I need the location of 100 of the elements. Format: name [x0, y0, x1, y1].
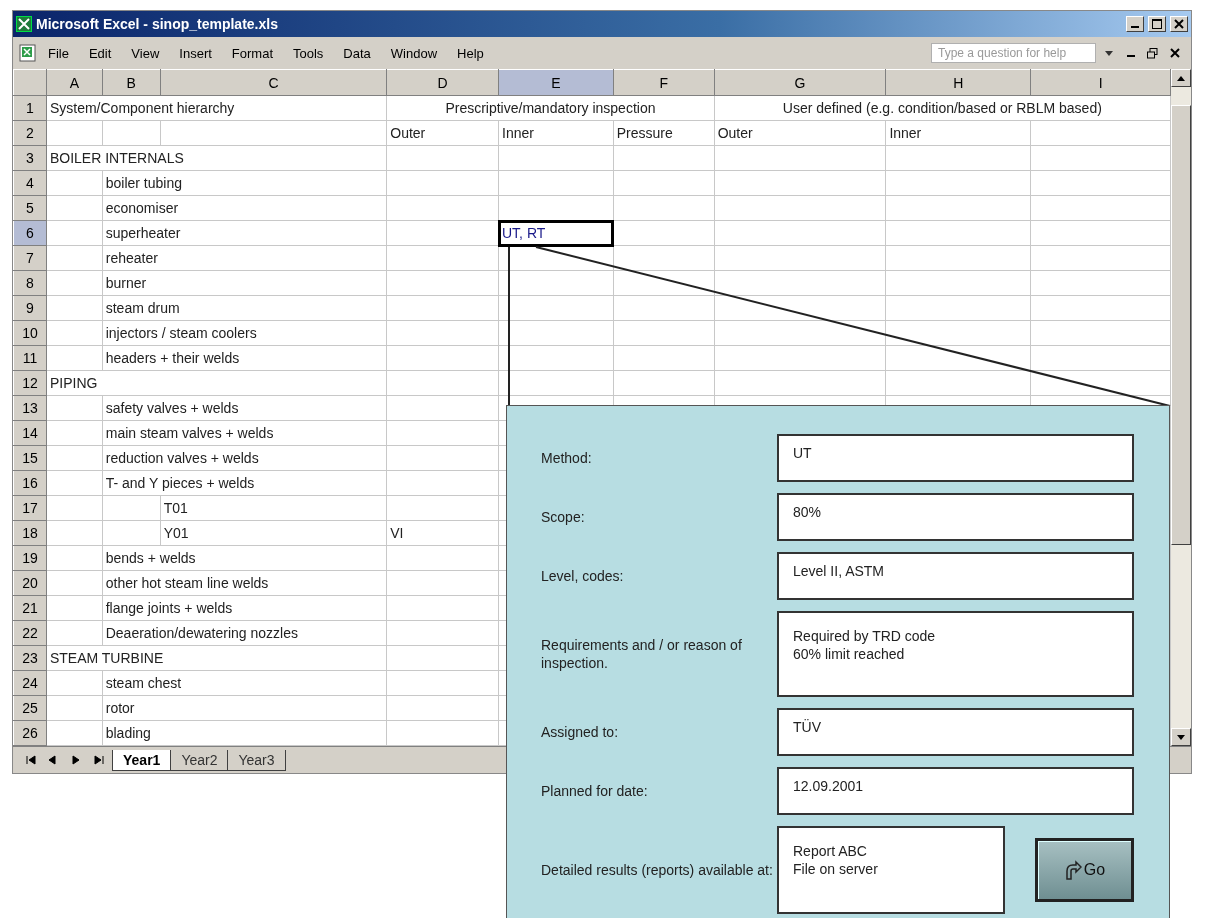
row-header[interactable]: 9 [13, 295, 47, 321]
row-header[interactable]: 15 [13, 445, 47, 471]
row-header[interactable]: 12 [13, 370, 47, 396]
row-header[interactable]: 1 [13, 95, 47, 121]
column-header[interactable]: I [1030, 69, 1171, 96]
row-header[interactable]: 13 [13, 395, 47, 421]
menu-item[interactable]: View [122, 42, 169, 64]
row-header[interactable]: 6 [13, 220, 47, 246]
up-arrow-icon [1177, 75, 1185, 81]
row-header[interactable]: 11 [13, 345, 47, 371]
row-header[interactable]: 16 [13, 470, 47, 496]
minimize-icon [1131, 26, 1139, 28]
window-title: Microsoft Excel - sinop_template.xls [36, 16, 279, 32]
value-field[interactable]: Required by TRD code 60% limit reached [777, 611, 1134, 697]
field-label: Level, codes: [541, 567, 625, 585]
menu-item[interactable]: Help [448, 42, 493, 64]
hierarchy-cell: injectors / steam coolers [102, 320, 387, 346]
menu-item[interactable]: Tools [284, 42, 333, 64]
group-header-cell: Prescriptive/mandatory inspection [386, 95, 715, 121]
row-header[interactable]: 23 [13, 645, 47, 671]
row-header[interactable]: 14 [13, 420, 47, 446]
sheet-tab[interactable]: Year1 [112, 749, 172, 771]
column-header[interactable]: A [46, 69, 103, 96]
value-field[interactable]: 12.09.2001 [777, 767, 1134, 815]
go-button[interactable]: Go [1034, 838, 1134, 902]
hierarchy-cell: burner [102, 270, 387, 296]
value-field[interactable]: Report ABC File on server [777, 826, 1005, 914]
down-arrow-icon [1177, 734, 1185, 740]
row-header[interactable]: 19 [13, 545, 47, 571]
row-header[interactable]: 5 [13, 195, 47, 221]
hierarchy-cell: T01 [160, 495, 387, 521]
close-icon [1174, 19, 1184, 29]
row-header[interactable]: 10 [13, 320, 47, 346]
column-header[interactable]: E [498, 69, 614, 96]
hierarchy-cell: headers + their welds [102, 345, 387, 371]
dropdown-caret-icon[interactable] [1104, 49, 1114, 57]
field-label: Assigned to: [541, 723, 620, 741]
group-header-cell: User defined (e.g. condition/based or RBLM based) [714, 95, 1171, 121]
column-header[interactable]: F [613, 69, 715, 96]
hierarchy-cell: Y01 [160, 520, 387, 546]
close-button[interactable] [1170, 16, 1188, 32]
column-header[interactable]: B [102, 69, 161, 96]
hierarchy-cell: main steam valves + welds [102, 420, 387, 446]
menu-item[interactable]: File [39, 42, 78, 64]
scroll-up-button[interactable] [1171, 69, 1191, 87]
field-label: Method: [541, 449, 593, 467]
value-field[interactable]: TÜV [777, 708, 1134, 756]
column-header[interactable]: C [160, 69, 387, 96]
hierarchy-cell: steam drum [102, 295, 387, 321]
app-icon [16, 16, 32, 32]
hierarchy-cell: T- and Y pieces + welds [102, 470, 387, 496]
hierarchy-cell: other hot steam line welds [102, 570, 387, 596]
row-header[interactable]: 24 [13, 670, 47, 696]
value-field[interactable]: 80% [777, 493, 1134, 541]
row-header[interactable]: 2 [13, 120, 47, 146]
value-field[interactable]: UT [777, 434, 1134, 482]
field-label: Scope: [541, 508, 586, 526]
help-search-field[interactable]: Type a question for help [931, 43, 1096, 63]
row-header[interactable]: 17 [13, 495, 47, 521]
select-all-corner[interactable] [13, 69, 47, 96]
hierarchy-cell: economiser [102, 195, 387, 221]
menu-item[interactable]: Edit [79, 42, 121, 64]
value-field[interactable]: Level II, ASTM [777, 552, 1134, 600]
row-header[interactable]: 22 [13, 620, 47, 646]
column-header[interactable]: D [386, 69, 499, 96]
field-label: Planned for date: [541, 782, 649, 800]
row-header[interactable]: 21 [13, 595, 47, 621]
menu-item[interactable]: Window [381, 42, 447, 64]
close-icon[interactable] [1170, 48, 1180, 58]
hierarchy-cell: boiler tubing [102, 170, 387, 196]
row-header[interactable]: 8 [13, 270, 47, 296]
menu-item[interactable]: Insert [170, 42, 221, 64]
minimize-button[interactable] [1126, 16, 1144, 32]
sheet-tab[interactable]: Year3 [227, 749, 286, 771]
row-header[interactable]: 26 [13, 720, 47, 746]
hierarchy-cell: rotor [102, 695, 387, 721]
table-cell: Inner [498, 120, 614, 146]
row-header[interactable]: 25 [13, 695, 47, 721]
row-header[interactable]: 18 [13, 520, 47, 546]
maximize-icon [1152, 19, 1162, 29]
vertical-scrollbar[interactable] [1171, 69, 1191, 746]
hierarchy-cell: blading [102, 720, 387, 746]
row-header[interactable]: 4 [13, 170, 47, 196]
row-header[interactable]: 3 [13, 145, 47, 171]
table-cell: Outer [714, 120, 886, 146]
scroll-down-button[interactable] [1171, 728, 1191, 746]
hierarchy-cell: bends + welds [102, 545, 387, 571]
hierarchy-cell: reduction valves + welds [102, 445, 387, 471]
maximize-button[interactable] [1148, 16, 1166, 32]
menu-item[interactable]: Data [334, 42, 380, 64]
row-header[interactable]: 7 [13, 245, 47, 271]
column-header[interactable]: H [885, 69, 1031, 96]
column-header[interactable]: G [714, 69, 886, 96]
restore-icon[interactable] [1147, 47, 1158, 59]
scroll-thumb[interactable] [1171, 105, 1191, 545]
hierarchy-cell: BOILER INTERNALS [46, 145, 387, 171]
field-label: Detailed results (reports) available at: [541, 861, 774, 879]
menu-item[interactable]: Format [222, 42, 282, 64]
row-header[interactable]: 20 [13, 570, 47, 596]
workbook-icon[interactable] [19, 44, 37, 62]
